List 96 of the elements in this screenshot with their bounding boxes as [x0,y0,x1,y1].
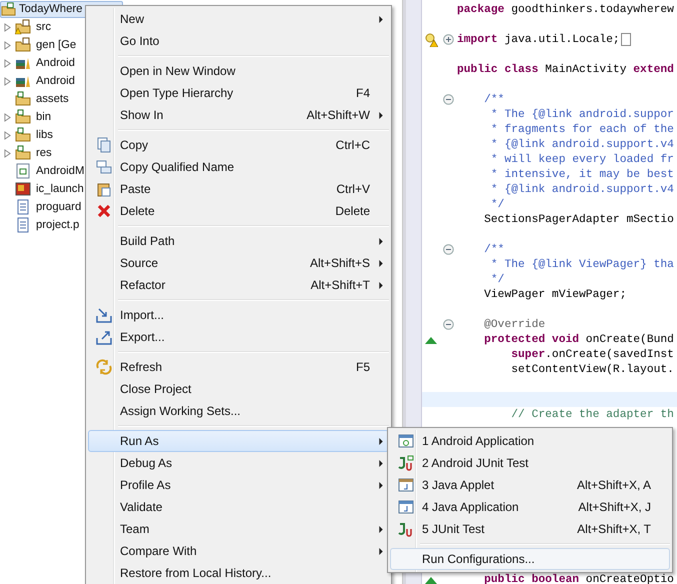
menu-item[interactable]: Build Path [88,230,389,252]
code-line: */ [490,198,504,210]
menu-item[interactable]: Source Alt+Shift+S [88,252,389,274]
code-line: /** [483,244,504,256]
override-triangle-icon[interactable] [424,576,436,584]
code-line: public class MainActivity extend [457,64,674,76]
menu-item[interactable]: Paste Ctrl+V [88,178,389,200]
menu-item[interactable]: Run Configurations... [390,548,670,570]
text-file-icon [15,217,31,233]
import-icon [96,307,112,323]
code-line: SectionsPagerAdapter mSectio [483,214,674,226]
paste-icon [96,181,112,197]
menu-item[interactable]: Go Into [88,30,389,52]
menu-item[interactable]: Copy Qualified Name [88,156,389,178]
package-folder-icon [15,37,31,53]
tree-item[interactable]: proguard [36,201,82,213]
folder-icon [15,145,31,161]
expand-arrow-icon[interactable] [4,40,11,50]
menu-item[interactable]: Compare With [88,540,389,562]
menu-item[interactable]: Import... [88,304,389,326]
junit-icon [398,455,414,471]
tree-item[interactable]: libs [36,129,53,141]
collapse-fold-icon[interactable] [442,94,454,105]
menu-item[interactable]: Open in New Window [88,60,389,82]
expand-arrow-icon[interactable] [4,130,11,140]
menu-item[interactable]: Validate [88,496,389,518]
code-line: public boolean onCreateOptio [483,574,674,584]
menu-item[interactable]: Profile As [88,474,389,496]
code-line: * intensive, it may be best [490,168,674,180]
menu-item[interactable]: Restore from Local History... [88,562,389,584]
menu-item[interactable]: Show In Alt+Shift+W [88,104,389,126]
expand-arrow-icon[interactable] [4,112,11,122]
package-folder-icon [15,19,31,35]
code-line: package goodthinkers.todaywherew [457,4,674,16]
tree-item[interactable]: Android [36,57,75,69]
code-line: * will keep every loaded fr [490,154,674,166]
menu-item[interactable]: Refresh F5 [88,356,389,378]
menu-item[interactable]: Run As [88,430,389,452]
expand-arrow-icon[interactable] [4,58,11,68]
code-line: * The {@link ViewPager} tha [490,258,674,270]
code-line: super.onCreate(savedInst [510,348,674,360]
code-line: @Override [483,318,546,330]
tree-item[interactable]: ic_launch [36,183,84,195]
delete-icon [96,203,112,219]
image-file-icon [15,181,31,197]
code-line: * {@link android.support.v4 [490,184,674,196]
copy-icon [96,137,112,153]
tree-item[interactable]: assets [36,93,69,105]
lightbulb-warning-icon[interactable] [424,32,438,46]
menu-item[interactable]: Open Type Hierarchy F4 [88,82,389,104]
code-line: /** [483,94,504,106]
menu-item[interactable]: Assign Working Sets... [88,400,389,422]
tree-item[interactable]: Android [36,75,75,87]
menu-item[interactable]: 4 Java Application Alt+Shift+X, J [390,496,670,518]
menu-item[interactable]: 3 Java Applet Alt+Shift+X, A [390,474,670,496]
menu-item[interactable]: Team [88,518,389,540]
tree-item[interactable]: project.p [36,219,80,231]
text-file-icon [15,199,31,215]
code-line: import java.util.Locale; [457,34,620,46]
code-line: * The {@link android.suppor [490,108,674,120]
menu-item[interactable]: Export... [88,326,389,348]
code-line: * fragments for each of the [490,124,674,136]
export-icon [96,329,112,345]
menu-item[interactable]: Close Project [88,378,389,400]
folded-code-icon[interactable] [620,33,631,46]
junit-icon [398,521,414,537]
code-line: * {@link android.support.v4 [490,138,674,150]
folder-icon [15,91,31,107]
file-icon [15,163,31,179]
tree-item[interactable]: res [36,147,52,159]
menu-item[interactable]: Refactor Alt+Shift+T [88,274,389,296]
folder-icon [15,109,31,125]
expand-fold-icon[interactable] [442,34,454,45]
refresh-icon [96,359,112,375]
tree-item[interactable]: AndroidM [36,165,84,177]
collapse-fold-icon[interactable] [442,319,454,330]
tree-item[interactable]: src [36,21,52,33]
menu-item[interactable]: 5 JUnit Test Alt+Shift+X, T [390,518,670,540]
menu-item[interactable]: Delete Delete [88,200,389,222]
code-line: protected void onCreate(Bund [483,334,674,346]
menu-item[interactable]: Debug As [88,452,389,474]
collapse-fold-icon[interactable] [442,244,454,255]
code-line: setContentView(R.layout. [510,364,674,376]
menu-item[interactable]: 2 Android JUnit Test [390,452,670,474]
expand-arrow-icon[interactable] [4,148,11,158]
code-line: ViewPager mViewPager; [483,288,626,300]
menu-item[interactable]: Copy Ctrl+C [88,134,389,156]
expand-arrow-icon[interactable] [4,76,11,86]
menu-item[interactable]: 1 Android Application [390,430,670,452]
code-line: */ [490,274,504,286]
override-triangle-icon[interactable] [424,336,436,344]
code-line: // Create the adapter th [510,408,674,420]
tree-item[interactable]: gen [Ge [36,39,76,51]
expand-arrow-icon[interactable] [4,22,11,32]
tree-item[interactable]: bin [36,111,52,123]
folder-icon [15,127,31,143]
